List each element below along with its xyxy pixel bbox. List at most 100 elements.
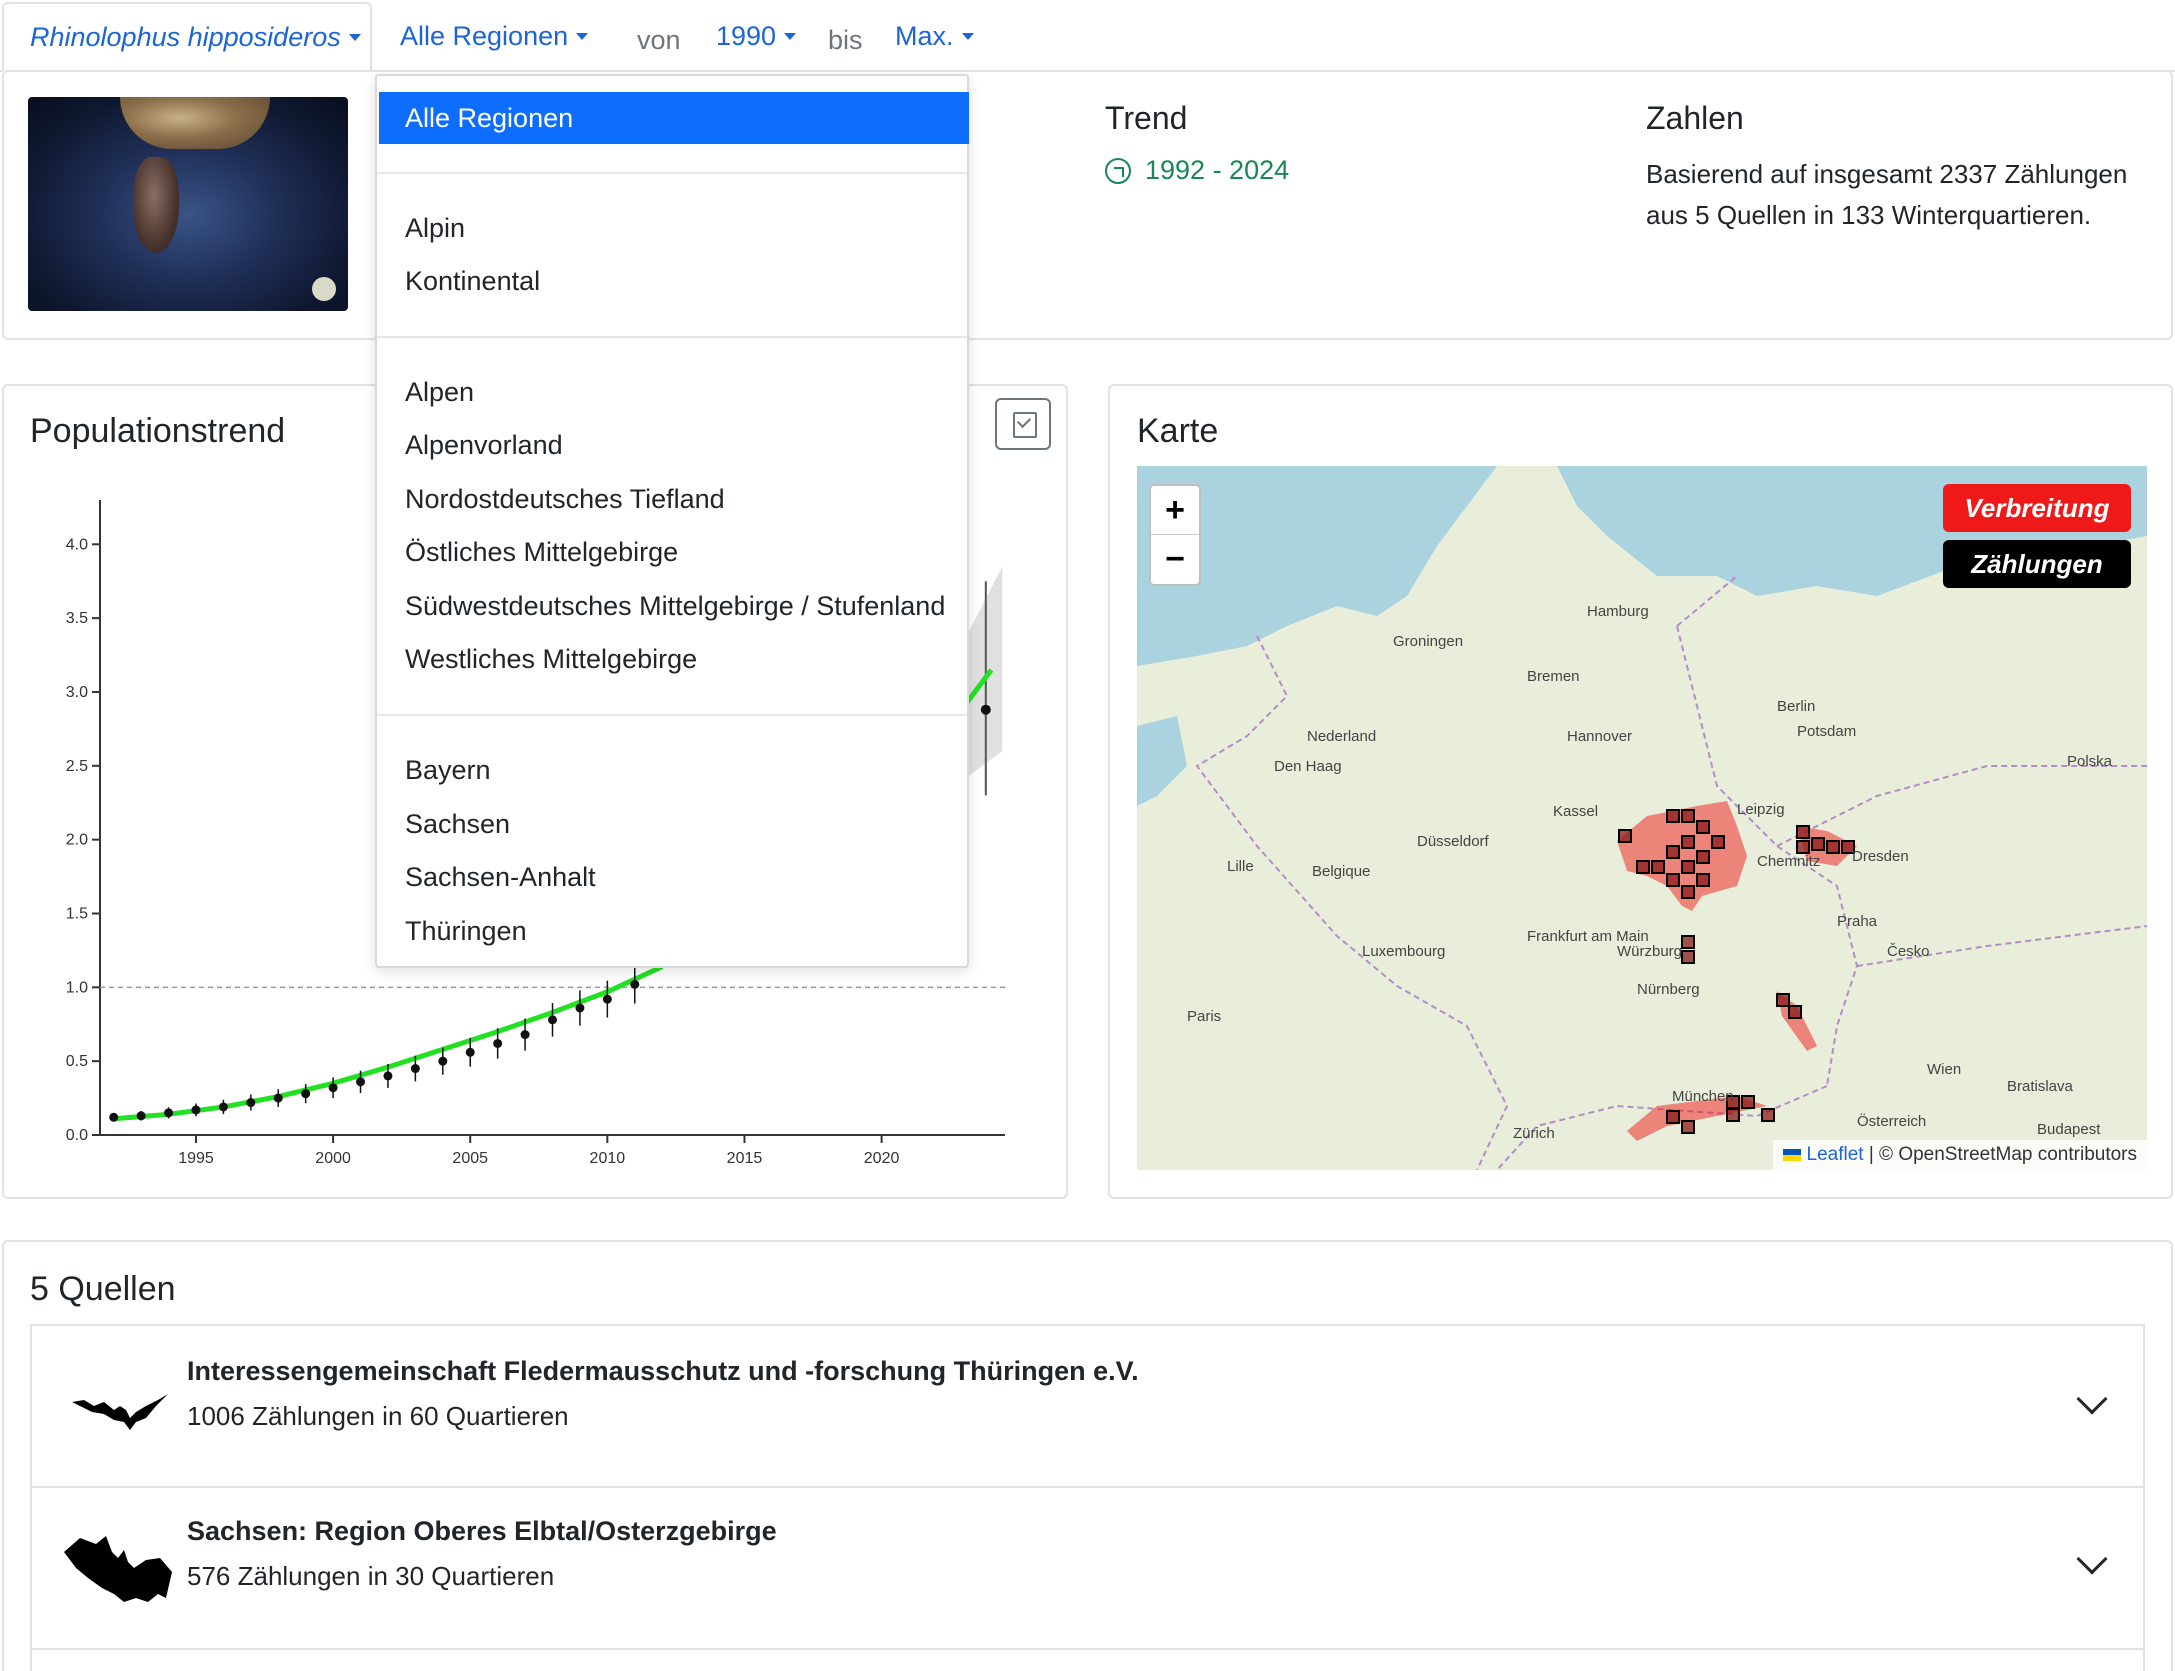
dropdown-item-active[interactable]: Alle Regionen <box>379 92 969 144</box>
map-label: Česko <box>1887 943 1930 960</box>
distribution-map[interactable]: Hamburg Bremen Berlin Hannover Groningen… <box>1137 466 2147 1170</box>
dropdown-item[interactable]: Alpenvorland <box>405 430 563 461</box>
data-point <box>520 1030 530 1040</box>
zoom-in-button[interactable]: + <box>1151 486 1199 535</box>
data-point <box>493 1038 503 1048</box>
data-point <box>602 994 612 1004</box>
map-label: Kassel <box>1553 803 1598 820</box>
y-tick-label: 4.0 <box>66 536 88 553</box>
photo-watermark-icon <box>312 277 336 301</box>
population-title: Populationstrend <box>30 412 286 450</box>
to-label: bis <box>828 24 863 55</box>
dropdown-item[interactable]: Bayern <box>405 755 491 786</box>
map-label: Paris <box>1187 1008 1221 1025</box>
data-point <box>273 1093 283 1103</box>
chevron-down-icon[interactable] <box>2076 1543 2108 1575</box>
source-item[interactable]: Sachsen: Region Oberes Elbtal/Osterzgebi… <box>30 1486 2145 1650</box>
map-label: Düsseldorf <box>1417 833 1490 850</box>
osm-attribution: | © OpenStreetMap contributors <box>1868 1144 2137 1165</box>
dropdown-item[interactable]: Thüringen <box>405 916 527 947</box>
data-point <box>191 1105 201 1115</box>
map-label: Wien <box>1927 1061 1961 1078</box>
x-tick-label: 1995 <box>178 1150 214 1167</box>
species-photo <box>28 97 348 311</box>
sources-title: 5 Quellen <box>30 1270 176 1308</box>
region-selector-label: Alle Regionen <box>400 20 569 51</box>
map-label: Budapest <box>2037 1121 2101 1138</box>
trend-heading: Trend <box>1105 100 1188 136</box>
y-tick-label: 3.5 <box>66 610 88 627</box>
dropdown-item[interactable]: Sachsen-Anhalt <box>405 862 596 893</box>
bat-icon <box>72 1394 168 1430</box>
data-point <box>218 1102 228 1112</box>
from-year-label: 1990 <box>716 20 777 51</box>
trend-range-text: 1992 - 2024 <box>1145 155 1290 185</box>
map-label: Bratislava <box>2007 1078 2074 1095</box>
counts-layer-button[interactable]: Zählungen <box>1943 540 2131 588</box>
map-label: Bremen <box>1527 668 1580 685</box>
dropdown-item[interactable]: Nordostdeutsches Tiefland <box>405 484 725 515</box>
x-tick-label: 2015 <box>727 1150 763 1167</box>
photo-rock <box>120 97 270 149</box>
map-label: Würzburg <box>1617 943 1682 960</box>
map-label: Lille <box>1227 858 1254 875</box>
dropdown-divider <box>377 172 967 174</box>
dropdown-item[interactable]: Alpin <box>405 213 465 244</box>
chevron-down-icon[interactable] <box>2076 1383 2108 1415</box>
data-point <box>630 979 640 989</box>
map-label: Dresden <box>1852 848 1909 865</box>
map-label: Hannover <box>1567 728 1632 745</box>
data-point <box>164 1108 174 1118</box>
y-tick-label: 3.0 <box>66 684 88 701</box>
chevron-down-icon <box>576 32 589 40</box>
map-label: Potsdam <box>1797 723 1856 740</box>
dropdown-item[interactable]: Kontinental <box>405 266 540 297</box>
bat-icon <box>64 1536 172 1602</box>
source-item[interactable]: Interessengemeinschaft Fledermausschutz … <box>30 1324 2145 1488</box>
export-icon[interactable] <box>995 398 1051 450</box>
zoom-control: + − <box>1149 484 1201 586</box>
data-point <box>410 1064 420 1074</box>
map-title: Karte <box>1137 412 1219 450</box>
chevron-down-icon <box>784 32 797 40</box>
map-attribution: Leaflet | © OpenStreetMap contributors <box>1772 1140 2147 1170</box>
data-point <box>328 1083 338 1093</box>
data-point <box>109 1112 119 1122</box>
dropdown-item[interactable]: Sachsen <box>405 809 510 840</box>
chevron-down-icon <box>348 33 361 41</box>
data-point <box>301 1089 311 1099</box>
data-point <box>465 1047 475 1057</box>
dropdown-divider <box>377 714 967 716</box>
source-item[interactable] <box>30 1648 2145 1671</box>
y-tick-label: 1.5 <box>66 905 88 922</box>
numbers-heading: Zahlen <box>1646 100 1744 136</box>
map-label: Zürich <box>1513 1125 1555 1142</box>
chevron-down-icon <box>961 32 974 40</box>
dropdown-item[interactable]: Südwestdeutsches Mittelgebirge / Stufenl… <box>405 591 945 622</box>
y-tick-label: 2.5 <box>66 758 88 775</box>
data-point <box>438 1056 448 1066</box>
ukraine-flag-icon <box>1782 1149 1801 1161</box>
dropdown-item[interactable]: Alpen <box>405 377 474 408</box>
map-label: Groningen <box>1393 633 1463 650</box>
y-tick-label: 0.5 <box>66 1053 88 1070</box>
species-selector-label: Rhinolophus hipposideros <box>30 21 341 52</box>
data-point <box>575 1003 585 1013</box>
data-point <box>246 1098 256 1108</box>
from-label: von <box>637 24 681 55</box>
from-year-selector[interactable]: 1990 <box>716 0 797 72</box>
dropdown-item[interactable]: Westliches Mittelgebirge <box>405 644 697 675</box>
data-point <box>356 1077 366 1087</box>
source-detail: 1006 Zählungen in 60 Quartieren <box>187 1401 569 1431</box>
numbers-text: Basierend auf insgesamt 2337 Zählungen a… <box>1646 159 2128 230</box>
region-selector[interactable]: Alle Regionen <box>400 0 589 72</box>
species-selector[interactable]: Rhinolophus hipposideros <box>2 2 372 72</box>
to-year-selector[interactable]: Max. <box>895 0 974 72</box>
data-point <box>383 1071 393 1081</box>
source-name: Interessengemeinschaft Fledermausschutz … <box>187 1356 1139 1386</box>
distribution-layer-button[interactable]: Verbreitung <box>1943 484 2131 532</box>
zoom-out-button[interactable]: − <box>1151 535 1199 584</box>
dropdown-item[interactable]: Östliches Mittelgebirge <box>405 537 678 568</box>
leaflet-link[interactable]: Leaflet <box>1807 1144 1864 1165</box>
data-point <box>136 1111 146 1121</box>
